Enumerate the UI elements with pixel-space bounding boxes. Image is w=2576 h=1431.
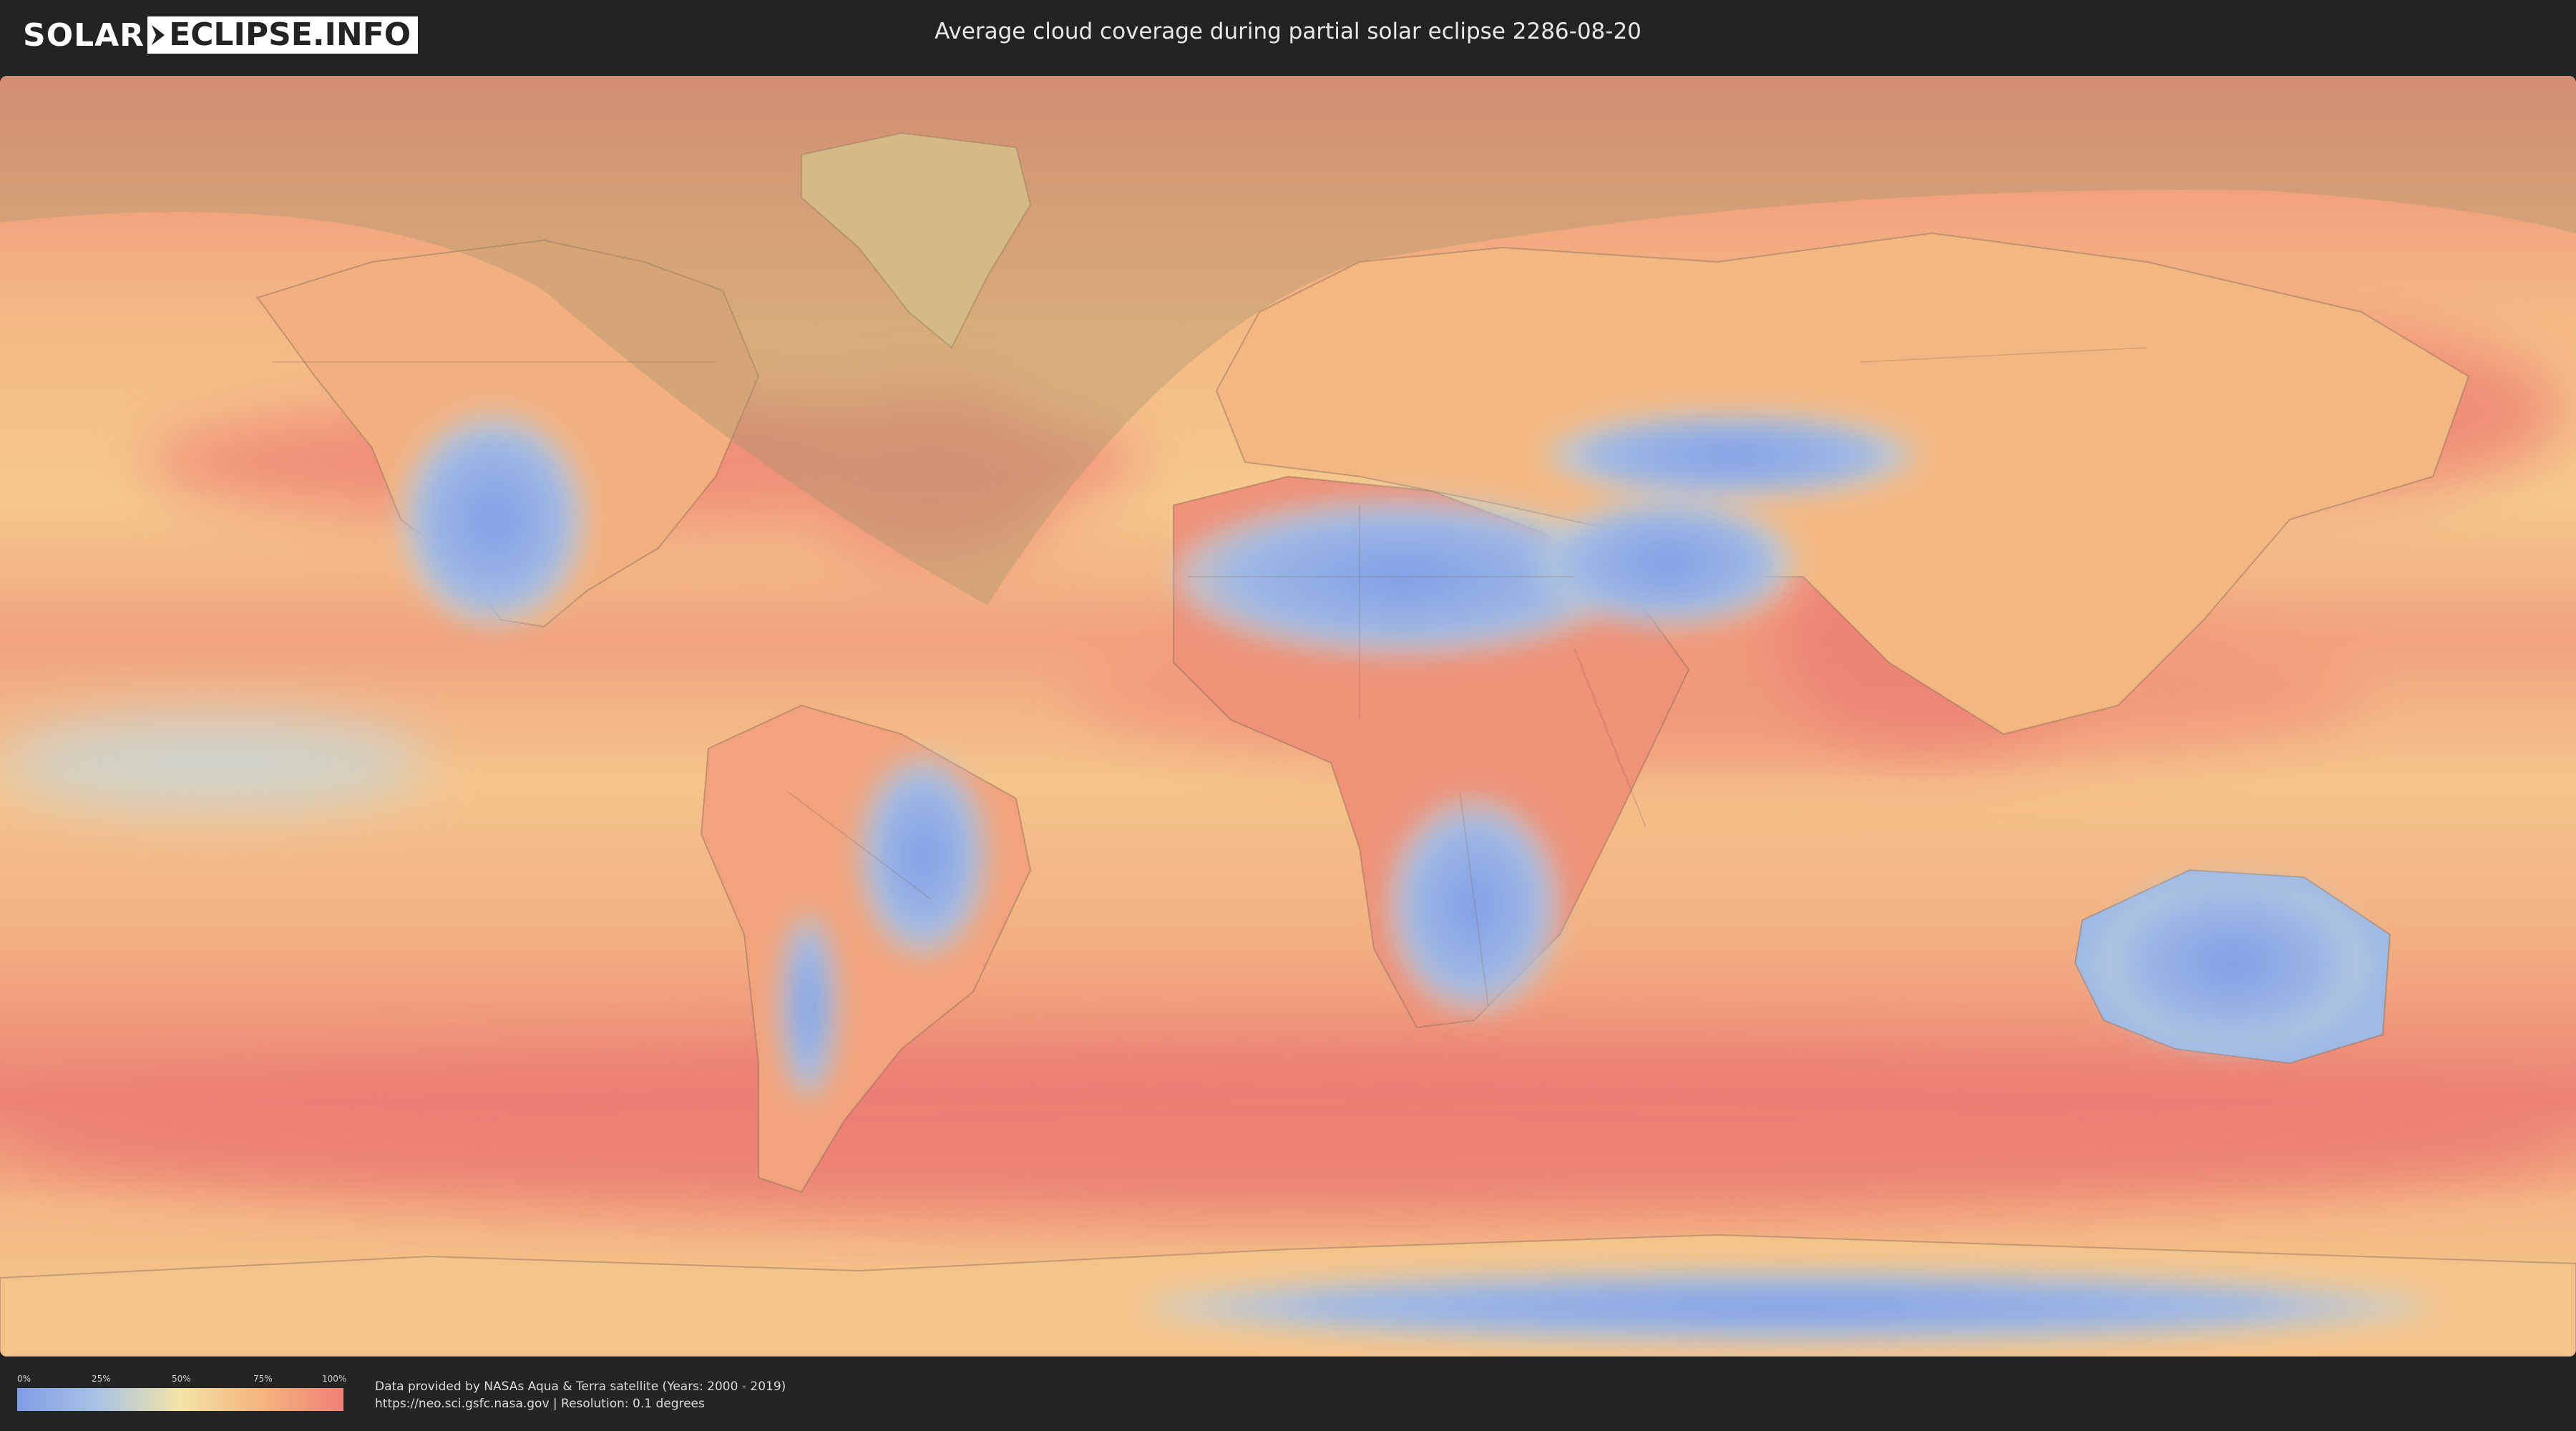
- world-cloud-map[interactable]: [0, 76, 2576, 1357]
- legend-tick-100: 100%: [322, 1374, 347, 1384]
- data-source-note: Data provided by NASAs Aqua & Terra sate…: [375, 1378, 786, 1412]
- legend-tick-25: 25%: [92, 1374, 111, 1384]
- page-title: Average cloud coverage during partial so…: [935, 19, 1641, 44]
- header-bar: SOLAR ECLIPSE.INFO Average cloud coverag…: [0, 0, 2576, 72]
- legend-tick-0: 0%: [17, 1374, 31, 1384]
- cloud-coverage-legend: 0% 25% 50% 75% 100%: [17, 1374, 347, 1414]
- legend-color-bar: [17, 1388, 343, 1411]
- legend-tick-50: 50%: [172, 1374, 191, 1384]
- legend-tick-75: 75%: [253, 1374, 273, 1384]
- source-line-url[interactable]: https://neo.sci.gsfc.nasa.gov | Resoluti…: [375, 1395, 786, 1412]
- map-canvas: [0, 76, 2576, 1357]
- source-line-provider: Data provided by NASAs Aqua & Terra sate…: [375, 1379, 786, 1394]
